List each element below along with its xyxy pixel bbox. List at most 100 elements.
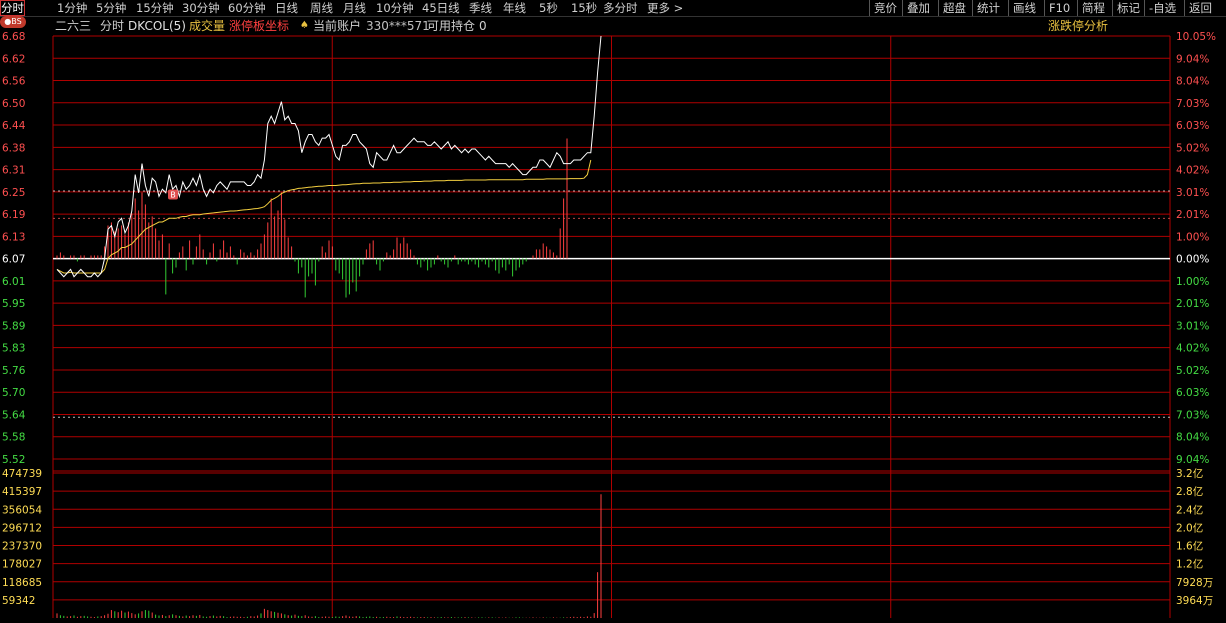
volume-tick-label-right: 2.4亿 bbox=[1176, 503, 1203, 516]
limit-coord-label[interactable]: 涨停板坐标 bbox=[229, 17, 289, 35]
buy-marker-label: B bbox=[170, 190, 176, 199]
period-tab-1[interactable]: 1分钟 bbox=[57, 0, 87, 16]
percent-axis-right: 10.05%9.04%8.04%7.03%6.03%5.02%4.02%3.01… bbox=[1176, 31, 1216, 466]
price-axis-left: 6.686.626.566.506.446.386.316.256.196.13… bbox=[2, 31, 26, 466]
period-tab-15[interactable]: 多分时 bbox=[603, 0, 638, 16]
volume-axis-left: 474739 415397 356054 296712 237370 178027 1186… bbox=[2, 468, 42, 607]
volume-tick-label: 356054 bbox=[2, 504, 42, 516]
volume-tick-label: 59342 bbox=[2, 595, 35, 607]
price-tick-label: 6.07 bbox=[2, 254, 25, 266]
period-tab-10[interactable]: 45日线 bbox=[422, 0, 460, 16]
percent-tick-label: 2.01% bbox=[1176, 209, 1209, 221]
percent-tick-label: 7.03% bbox=[1176, 98, 1209, 110]
period-tab-14[interactable]: 15秒 bbox=[571, 0, 597, 16]
chart-grid bbox=[52, 35, 1171, 618]
volume-tick-label: 296712 bbox=[2, 522, 42, 534]
volume-tick-label-right: 2.8亿 bbox=[1176, 485, 1203, 498]
period-tab-5[interactable]: 60分钟 bbox=[228, 0, 266, 16]
toolbar-button-5[interactable]: F10 bbox=[1044, 0, 1074, 16]
toolbar-button-4[interactable]: 画线 bbox=[1008, 0, 1040, 16]
percent-tick-label: 7.03% bbox=[1176, 409, 1209, 421]
period-tab-9[interactable]: 10分钟 bbox=[376, 0, 414, 16]
period-tab-4[interactable]: 30分钟 bbox=[182, 0, 220, 16]
buy-marker[interactable]: B bbox=[168, 189, 178, 200]
toolbar-button-1[interactable]: 叠加 bbox=[902, 0, 934, 16]
volume-tick-label-right: 3.2亿 bbox=[1176, 467, 1203, 480]
price-tick-label: 5.52 bbox=[2, 454, 25, 466]
price-tick-label: 6.38 bbox=[2, 142, 25, 154]
percent-tick-label: 9.04% bbox=[1176, 454, 1209, 466]
percent-tick-label: 6.03% bbox=[1176, 120, 1209, 132]
toolbar-button-8[interactable]: -自选 bbox=[1144, 0, 1180, 16]
period-toolbar: 分时 1分钟 5分钟 15分钟 30分钟 60分钟 日线 周线 月线 10分钟 45日线 季线 年线 5秒… bbox=[0, 0, 1226, 17]
volume-tick-label-right: 3964万 bbox=[1176, 595, 1213, 607]
volume-tick-label: 237370 bbox=[2, 541, 42, 553]
volume-label[interactable]: 成交量 bbox=[189, 17, 225, 35]
percent-tick-label: 5.02% bbox=[1176, 142, 1209, 154]
percent-tick-label: 3.01% bbox=[1176, 320, 1209, 332]
price-tick-label: 6.62 bbox=[2, 53, 25, 65]
period-tab-8[interactable]: 月线 bbox=[343, 0, 366, 16]
volume-tick-label-right: 1.6亿 bbox=[1176, 540, 1203, 553]
price-tick-label: 6.44 bbox=[2, 120, 26, 132]
volume-tick-label-right: 1.2亿 bbox=[1176, 558, 1203, 571]
percent-tick-label: 9.04% bbox=[1176, 53, 1209, 65]
percent-tick-label: 1.00% bbox=[1176, 231, 1209, 243]
percent-tick-label: 0.00% bbox=[1176, 254, 1209, 266]
period-tab-6[interactable]: 日线 bbox=[275, 0, 298, 16]
percent-tick-label: 8.04% bbox=[1176, 432, 1209, 444]
price-tick-label: 6.19 bbox=[2, 209, 25, 221]
percent-tick-label: 3.01% bbox=[1176, 187, 1209, 199]
period-tab-12[interactable]: 年线 bbox=[503, 0, 526, 16]
period-tab-7[interactable]: 周线 bbox=[310, 0, 333, 16]
price-tick-label: 5.64 bbox=[2, 409, 26, 421]
toolbar-button-2[interactable]: 超盘 bbox=[938, 0, 970, 16]
price-tick-label: 6.01 bbox=[2, 276, 25, 288]
period-tab-13[interactable]: 5秒 bbox=[539, 0, 558, 16]
limit-analysis-button[interactable]: 涨跌停分析 bbox=[1048, 17, 1108, 35]
intraday-chart[interactable]: B 6.686.626.566.506.446.386.316.256.196.… bbox=[0, 0, 1226, 623]
volume-axis-right: 3.2亿 2.8亿 2.4亿 2.0亿 1.6亿 1.2亿 7928万 3964万 bbox=[1176, 467, 1213, 607]
price-tick-label: 5.70 bbox=[2, 387, 25, 399]
account-label: 当前账户 bbox=[313, 19, 362, 33]
price-tick-label: 6.31 bbox=[2, 165, 25, 177]
percent-tick-label: 2.01% bbox=[1176, 298, 1209, 310]
toolbar-button-7[interactable]: 标记 bbox=[1112, 0, 1144, 16]
price-tick-label: 5.58 bbox=[2, 432, 25, 444]
price-tick-label: 6.56 bbox=[2, 76, 26, 88]
volume-tick-label: 178027 bbox=[2, 559, 42, 571]
percent-tick-label: 8.04% bbox=[1176, 76, 1209, 88]
volume-tick-label: 415397 bbox=[2, 486, 42, 498]
bs-badge[interactable]: ●BS bbox=[0, 16, 26, 28]
price-tick-label: 5.76 bbox=[2, 365, 26, 377]
period-tab-16[interactable]: 更多 > bbox=[647, 0, 683, 16]
percent-tick-label: 6.03% bbox=[1176, 387, 1209, 399]
volume-tick-label-right: 2.0亿 bbox=[1176, 521, 1203, 534]
average-price-line bbox=[56, 159, 592, 274]
price-tick-label: 5.83 bbox=[2, 343, 25, 355]
toolbar-button-3[interactable]: 统计 bbox=[972, 0, 1004, 16]
info-bar: 二六三 分时 DKCOL(5) 成交量 涨停板坐标 ♠ 当前账户 330***5… bbox=[0, 17, 1226, 35]
volume-tick-label: 118685 bbox=[2, 577, 42, 589]
percent-tick-label: 1.00% bbox=[1176, 276, 1209, 288]
price-tick-label: 6.50 bbox=[2, 98, 25, 110]
account-icon: ♠ bbox=[300, 20, 309, 31]
toolbar-button-9[interactable]: 返回 bbox=[1184, 0, 1216, 16]
stock-name: 二六三 bbox=[55, 19, 92, 33]
price-tick-label: 6.25 bbox=[2, 187, 25, 199]
volume-tick-label-right: 7928万 bbox=[1176, 577, 1213, 589]
period-tab-11[interactable]: 季线 bbox=[469, 0, 492, 16]
indicator-name[interactable]: DKCOL(5) bbox=[128, 17, 186, 35]
period-tab-2[interactable]: 5分钟 bbox=[96, 0, 126, 16]
period-tab-0[interactable]: 分时 bbox=[0, 0, 25, 16]
account-number: 330***571 bbox=[366, 19, 430, 33]
chart-mode: 分时 bbox=[100, 19, 125, 33]
toolbar-button-0[interactable]: 竞价 bbox=[869, 0, 901, 16]
toolbar-button-6[interactable]: 简程 bbox=[1077, 0, 1109, 16]
percent-tick-label: 5.02% bbox=[1176, 365, 1209, 377]
percent-tick-label: 4.02% bbox=[1176, 343, 1209, 355]
holdings-label: 可用持仓 bbox=[427, 19, 476, 33]
price-tick-label: 5.89 bbox=[2, 320, 25, 332]
period-tab-3[interactable]: 15分钟 bbox=[136, 0, 174, 16]
holdings-value: 0 bbox=[479, 19, 487, 33]
